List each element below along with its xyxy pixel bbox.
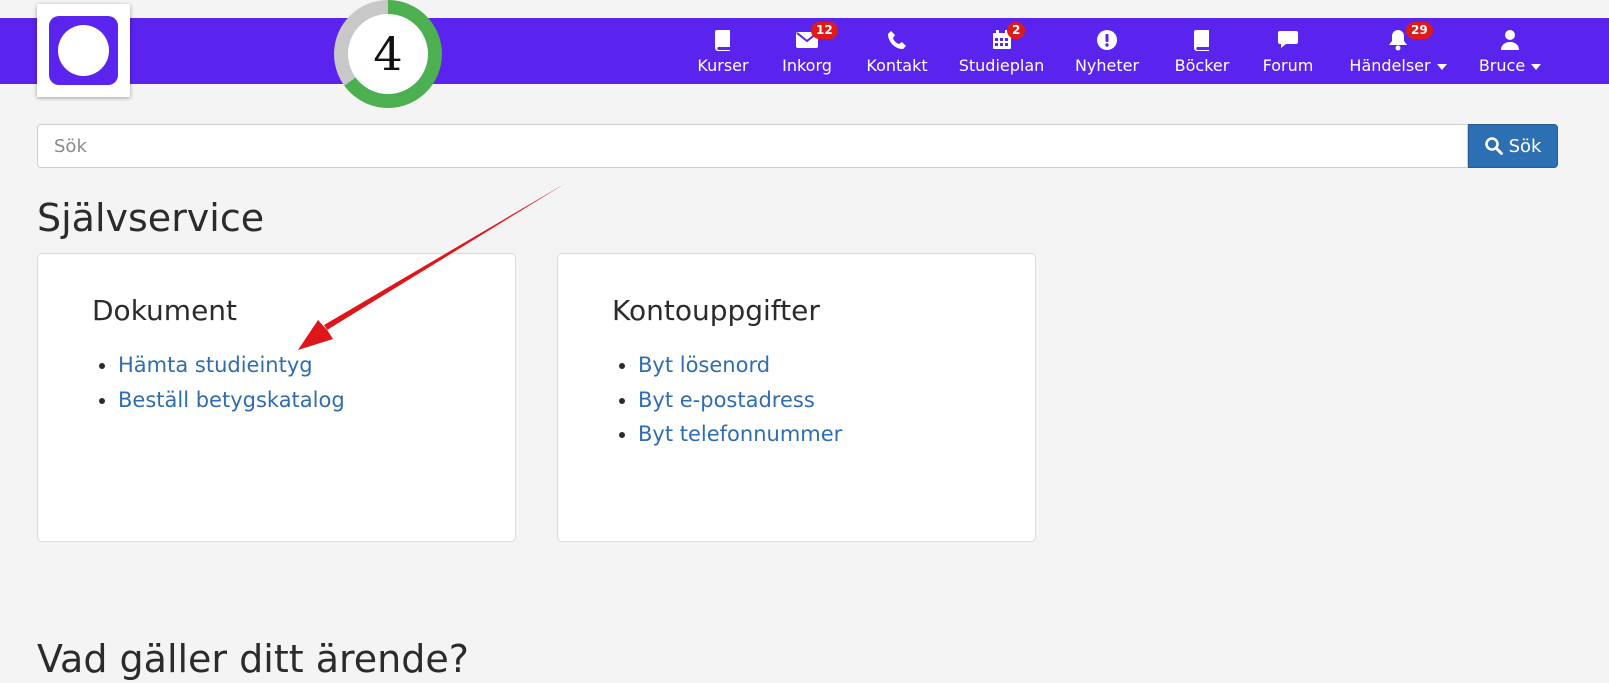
list-item: Byt telefonnummer	[638, 417, 842, 452]
nav-item-label-handelser: Händelser	[1343, 56, 1453, 75]
top-navbar: Kurser 12 Inkorg Kontakt 2 Studieplan Ny…	[0, 18, 1609, 84]
nav-item-label: Forum	[1262, 56, 1314, 75]
nav-item-label-user: Bruce	[1470, 56, 1550, 75]
case-section-title: Vad gäller ditt ärende?	[37, 637, 469, 681]
card-title: Dokument	[92, 294, 238, 327]
link-list: Byt lösenord Byt e-postadress Byt telefo…	[612, 348, 842, 452]
link-change-password[interactable]: Byt lösenord	[638, 353, 770, 377]
logo-mark	[49, 16, 118, 85]
caret-down-icon	[1531, 63, 1542, 70]
nav-item-label: Händelser	[1349, 56, 1431, 75]
account-details-card: Kontouppgifter Byt lösenord Byt e-postad…	[557, 253, 1036, 542]
speech-bubble-icon	[1276, 28, 1300, 52]
nav-item-bocker[interactable]: Böcker	[1162, 18, 1242, 84]
nav-item-label: Inkorg	[782, 56, 832, 75]
nav-menu: Kurser 12 Inkorg Kontakt 2 Studieplan Ny…	[0, 18, 1609, 84]
notification-badge: 29	[1406, 22, 1433, 39]
notification-badge: 12	[811, 22, 838, 39]
notification-badge: 2	[1007, 22, 1026, 39]
search-button-label: Sök	[1508, 135, 1542, 157]
search-input[interactable]	[37, 124, 1468, 168]
book-icon	[1190, 28, 1214, 52]
list-item: Hämta studieintyg	[118, 348, 345, 383]
nav-item-label: Bruce	[1478, 56, 1526, 75]
nav-item-label: Nyheter	[1074, 56, 1140, 75]
link-order-grade-catalog[interactable]: Beställ betygskatalog	[118, 388, 345, 412]
phone-icon	[885, 28, 909, 52]
nav-item-user-menu[interactable]: Bruce	[1470, 18, 1550, 84]
link-change-phone[interactable]: Byt telefonnummer	[638, 422, 842, 446]
progress-value: 4	[348, 14, 428, 94]
logo-dot	[58, 25, 109, 76]
book-icon	[711, 28, 735, 52]
nav-item-kontakt[interactable]: Kontakt	[857, 18, 937, 84]
documents-card: Dokument Hämta studieintyg Beställ betyg…	[37, 253, 516, 542]
nav-item-studieplan[interactable]: 2 Studieplan	[954, 18, 1049, 84]
list-item: Byt lösenord	[638, 348, 842, 383]
exclamation-circle-icon	[1095, 28, 1119, 52]
search-icon	[1484, 137, 1503, 155]
nav-item-inkorg[interactable]: 12 Inkorg	[767, 18, 847, 84]
nav-item-label: Böcker	[1174, 56, 1230, 75]
nav-item-label: Studieplan	[958, 56, 1045, 75]
link-get-certificate[interactable]: Hämta studieintyg	[118, 353, 313, 377]
card-title: Kontouppgifter	[612, 294, 820, 327]
progress-ring: 4	[334, 0, 442, 108]
self-service-title: Självservice	[37, 196, 265, 240]
caret-down-icon	[1436, 63, 1447, 70]
nav-item-nyheter[interactable]: Nyheter	[1067, 18, 1147, 84]
link-list: Hämta studieintyg Beställ betygskatalog	[92, 348, 345, 417]
nav-item-label: Kontakt	[866, 56, 928, 75]
nav-item-handelser[interactable]: 29 Händelser	[1343, 18, 1453, 84]
link-change-email[interactable]: Byt e-postadress	[638, 388, 815, 412]
app-logo[interactable]	[37, 4, 130, 97]
nav-item-forum[interactable]: Forum	[1248, 18, 1328, 84]
list-item: Byt e-postadress	[638, 383, 842, 418]
search-button[interactable]: Sök	[1468, 124, 1558, 168]
nav-item-kurser[interactable]: Kurser	[683, 18, 763, 84]
list-item: Beställ betygskatalog	[118, 383, 345, 418]
nav-item-label: Kurser	[697, 56, 749, 75]
user-icon	[1498, 28, 1522, 52]
